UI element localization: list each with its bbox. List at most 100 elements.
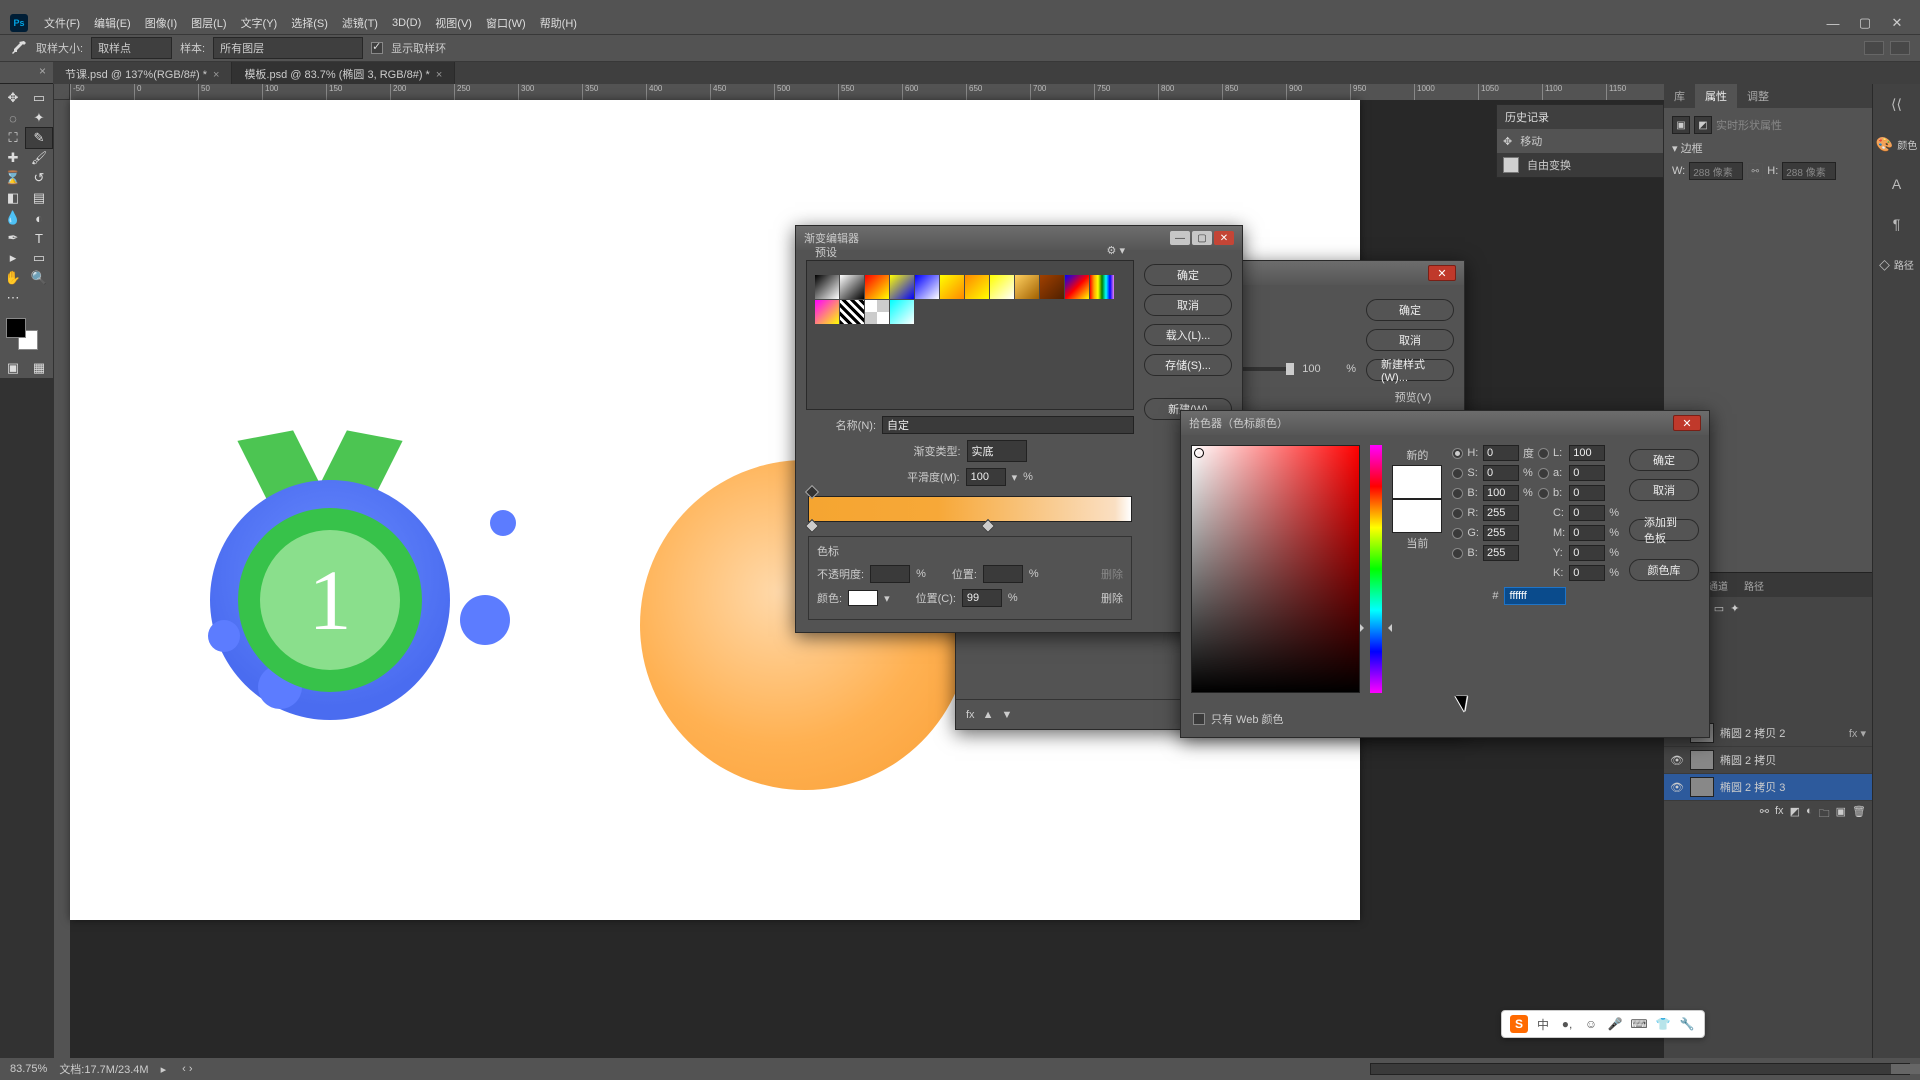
add-swatch-button[interactable]: 添加到色板	[1629, 519, 1699, 541]
path-select[interactable]: ▸	[0, 248, 26, 268]
r-input[interactable]	[1483, 505, 1519, 521]
preset-swatch[interactable]	[890, 275, 914, 299]
tab-properties[interactable]: 属性	[1695, 84, 1737, 108]
layer-row[interactable]: 👁椭圆 2 拷贝 3	[1664, 774, 1872, 801]
g-input[interactable]	[1483, 525, 1519, 541]
h-scrollbar[interactable]	[1370, 1063, 1910, 1075]
ok-button[interactable]: 确定	[1144, 264, 1232, 286]
preset-swatch[interactable]	[1015, 275, 1039, 299]
preset-swatch[interactable]	[815, 300, 839, 324]
b-input[interactable]	[1483, 485, 1519, 501]
window-close[interactable]: ✕	[1884, 15, 1910, 31]
preset-swatch[interactable]	[890, 300, 914, 324]
arrow-down-icon[interactable]: ▼	[1001, 709, 1012, 721]
hand-tool[interactable]: ✋	[0, 268, 26, 288]
quickmask[interactable]: ▣	[0, 358, 26, 378]
height-field[interactable]: 288 像素	[1782, 162, 1836, 180]
color-library-button[interactable]: 颜色库	[1629, 559, 1699, 581]
history-item[interactable]: ✥移动	[1497, 129, 1663, 153]
preset-swatch[interactable]	[940, 275, 964, 299]
chevron-right-icon[interactable]: ▸	[161, 1063, 167, 1076]
ime-punct-icon[interactable]: ●,	[1558, 1015, 1576, 1033]
y-input[interactable]	[1569, 545, 1605, 561]
sample-size-select[interactable]: 取样点	[91, 37, 172, 59]
dialog-titlebar[interactable]: 拾色器（色标颜色）	[1181, 411, 1709, 435]
strip-para[interactable]: ¶	[1873, 210, 1920, 238]
move-tool[interactable]: ✥	[0, 88, 26, 108]
save-button[interactable]: 存储(S)...	[1144, 354, 1232, 376]
ime-lang[interactable]: 中	[1534, 1015, 1552, 1033]
radio-r[interactable]	[1452, 508, 1463, 519]
load-button[interactable]: 载入(L)...	[1144, 324, 1232, 346]
adjust-add-icon[interactable]: ◐	[1806, 805, 1813, 824]
max-icon[interactable]: ▢	[1192, 231, 1212, 245]
menu-window[interactable]: 窗口(W)	[480, 12, 532, 34]
menu-type[interactable]: 文字(Y)	[235, 12, 284, 34]
preset-swatch[interactable]	[840, 300, 864, 324]
link-layers-icon[interactable]: ⚯	[1760, 805, 1769, 824]
doc-tab-0[interactable]: 节课.psd @ 137%(RGB/8#) *×	[53, 62, 232, 84]
delete-stop-button[interactable]: 删除	[1101, 590, 1123, 606]
stamp-tool[interactable]: ⌛	[0, 168, 26, 188]
ime-emoji-icon[interactable]: ☺	[1582, 1015, 1600, 1033]
menu-layer[interactable]: 图层(L)	[185, 12, 232, 34]
web-colors-checkbox[interactable]	[1193, 713, 1205, 725]
close-button[interactable]: ✕	[1428, 265, 1456, 281]
l-input[interactable]	[1569, 445, 1605, 461]
tab-scrub[interactable]	[0, 62, 53, 84]
fx-icon[interactable]: fx	[1775, 805, 1784, 824]
min-icon[interactable]: —	[1170, 231, 1190, 245]
ime-skin-icon[interactable]: 👕	[1654, 1015, 1672, 1033]
preset-swatch[interactable]	[840, 275, 864, 299]
chevron-down-icon[interactable]: ▾	[1672, 143, 1681, 155]
menu-select[interactable]: 选择(S)	[285, 12, 334, 34]
strip-path[interactable]: ◇路径	[1873, 250, 1920, 278]
marquee-tool[interactable]: ▭	[26, 88, 52, 108]
blur-tool[interactable]: 💧	[0, 208, 26, 228]
eraser-tool[interactable]: ◧	[0, 188, 26, 208]
close-icon[interactable]: ✕	[1214, 231, 1234, 245]
radio-g[interactable]	[1452, 528, 1463, 539]
k-input[interactable]	[1569, 565, 1605, 581]
radio-l[interactable]	[1538, 448, 1549, 459]
type-tool[interactable]: T	[26, 228, 52, 248]
ime-voice-icon[interactable]: 🎤	[1606, 1015, 1624, 1033]
s-input[interactable]	[1483, 465, 1519, 481]
link-icon[interactable]: ⚯	[1747, 163, 1763, 179]
preset-swatch[interactable]	[965, 275, 989, 299]
opacity-stop[interactable]	[805, 485, 819, 499]
zoom-level[interactable]: 83.75%	[10, 1063, 47, 1075]
gradient-bar[interactable]	[808, 496, 1132, 522]
arrow-up-icon[interactable]: ▲	[983, 709, 994, 721]
brush-tool[interactable]: 🖌	[26, 148, 52, 168]
pen-tool[interactable]: ✒	[0, 228, 26, 248]
dialog-titlebar[interactable]: 渐变编辑器 —▢✕	[796, 226, 1242, 250]
labb-input[interactable]	[1569, 485, 1605, 501]
sogou-icon[interactable]: S	[1510, 1015, 1528, 1033]
new-layer-icon[interactable]: ▣	[1836, 805, 1846, 824]
gradient-tool[interactable]: ▤	[26, 188, 52, 208]
gear-icon[interactable]: ⚙ ▾	[1107, 244, 1125, 257]
color-stop[interactable]	[805, 519, 819, 533]
preset-swatch[interactable]	[815, 275, 839, 299]
m-input[interactable]	[1569, 525, 1605, 541]
crop-tool[interactable]: ⛶	[0, 128, 26, 148]
smoothness-input[interactable]	[966, 468, 1006, 486]
history-brush[interactable]: ↺	[26, 168, 52, 188]
radio-a[interactable]	[1538, 468, 1549, 479]
strip-collapse[interactable]: ⟨⟨	[1873, 90, 1920, 118]
strip-char[interactable]: A	[1873, 170, 1920, 198]
strip-color[interactable]: 🎨颜色	[1873, 130, 1920, 158]
visibility-icon[interactable]: 👁	[1670, 754, 1684, 767]
cancel-button[interactable]: 取消	[1629, 479, 1699, 501]
doc-tab-1[interactable]: 模板.psd @ 83.7% (椭圆 3, RGB/8#) *×	[232, 62, 455, 84]
menu-view[interactable]: 视图(V)	[429, 12, 478, 34]
tab-paths[interactable]: 路径	[1736, 573, 1772, 597]
lasso-tool[interactable]: ◌	[0, 108, 26, 128]
radio-b[interactable]	[1452, 488, 1463, 499]
hex-input[interactable]	[1504, 587, 1566, 605]
menu-help[interactable]: 帮助(H)	[534, 12, 583, 34]
menu-image[interactable]: 图像(I)	[139, 12, 183, 34]
stop-color-swatch[interactable]	[848, 590, 878, 606]
folder-icon[interactable]: 🗀	[1819, 805, 1830, 824]
